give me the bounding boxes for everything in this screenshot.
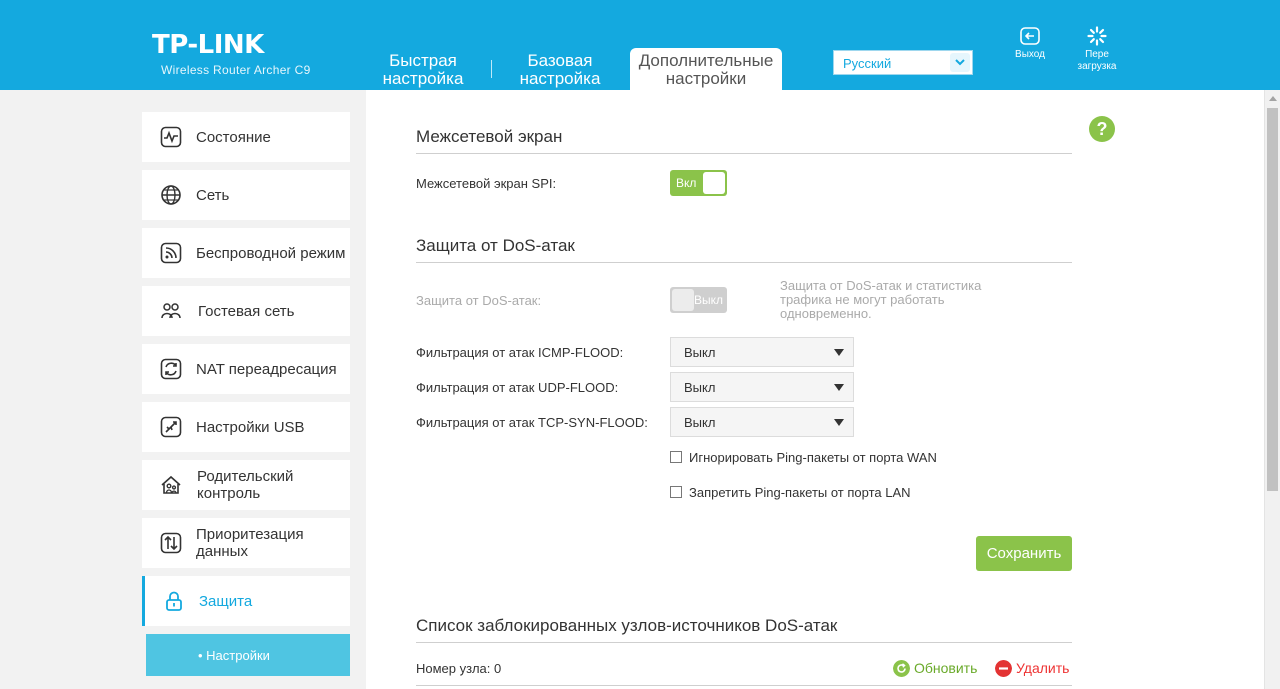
udp-flood-select[interactable]: Выкл [670,372,854,402]
scroll-thumb[interactable] [1267,108,1278,491]
sidebar-item-parental-control[interactable]: Родительский контроль [142,460,350,510]
ignore-wan-ping-label: Игнорировать Ping-пакеты от порта WAN [689,450,937,465]
sidebar-item-label: Защита [199,592,253,610]
header-bar: TP-LINK Wireless Router Archer C9 Быстра… [0,0,1280,90]
tcp-syn-flood-label: Фильтрация от атак TCP-SYN-FLOOD: [416,415,648,430]
sidebar-item-label: Состояние [196,128,271,146]
dropdown-arrow-icon [834,349,844,356]
dropdown-arrow-icon [834,384,844,391]
qos-icon [160,532,182,554]
icmp-flood-label: Фильтрация от атак ICMP-FLOOD: [416,345,624,360]
select-value: Выкл [684,345,716,360]
toggle-text: Вкл [676,176,697,190]
toggle-knob [672,289,694,311]
guest-network-icon [161,303,181,319]
tcp-syn-flood-select[interactable]: Выкл [670,407,854,437]
nat-icon [160,358,182,380]
sidebar-item-label: Сеть [196,186,230,204]
dropdown-arrow-icon [834,419,844,426]
sidebar-item-label: NAT переадресация [196,360,337,378]
globe-icon [161,185,181,205]
select-value: Выкл [684,380,716,395]
icmp-flood-select[interactable]: Выкл [670,337,854,367]
sidebar-item-network[interactable]: Сеть [142,170,350,220]
dos-protection-label: Защита от DoS-атак: [416,293,542,308]
reboot-label: Пере загрузка [1077,49,1117,72]
sidebar-item-label: Родительский контроль [197,468,294,502]
toggle-knob [703,172,725,194]
logout-label: Выход [1015,49,1045,60]
dos-protection-toggle[interactable]: Выкл [670,287,727,313]
section-divider [416,262,1072,263]
toggle-text: Выкл [694,293,724,307]
tab-basic[interactable]: Базовая настройка [510,48,610,90]
chevron-down-icon [950,53,970,72]
sidebar-item-security[interactable]: Защита [142,576,350,626]
select-value: Выкл [684,415,716,430]
reboot-button[interactable]: Пере загрузка [1070,26,1124,73]
udp-flood-label: Фильтрация от атак UDP-FLOOD: [416,380,619,395]
language-select[interactable]: Русский [833,50,973,75]
logout-button[interactable]: Выход [1007,26,1053,61]
ignore-wan-ping-checkbox[interactable] [670,451,682,463]
blocked-hosts-table [416,685,1072,689]
tab-divider [491,60,492,78]
tab-advanced[interactable]: Дополнительные настройки [630,48,782,90]
sidebar-item-label: Настройки USB [196,418,305,436]
wireless-icon [160,242,182,264]
blocked-count-value: 0 [494,661,502,676]
refresh-icon [893,660,910,677]
help-button[interactable]: ? [1089,116,1115,142]
scroll-up-icon[interactable] [1269,96,1277,101]
vertical-scrollbar[interactable] [1264,90,1280,689]
lock-icon [166,591,182,611]
dos-note: Защита от DoS-атак и статистика трафика … [780,278,982,321]
spi-firewall-label: Межсетевой экран SPI: [416,176,557,191]
reboot-icon [1087,26,1107,46]
sidebar-item-status[interactable]: Состояние [142,112,350,162]
spi-firewall-toggle[interactable]: Вкл [670,170,727,196]
delete-icon [995,660,1012,677]
forbid-lan-ping-checkbox[interactable] [670,486,682,498]
delete-label: Удалить [1016,660,1070,676]
sidebar-item-usb[interactable]: Настройки USB [142,402,350,452]
sidebar-item-label: Гостевая сеть [198,302,295,320]
section-divider [416,153,1072,154]
status-icon [160,126,182,148]
dos-section-title: Защита от DoS-атак [416,236,575,255]
blocked-count-label: Номер узла: [416,661,491,676]
sidebar-item-nat[interactable]: NAT переадресация [142,344,350,394]
blocked-count: Номер узла: 0 [416,661,501,676]
logout-icon [1020,27,1040,45]
parental-control-icon [161,475,181,494]
sidebar-subitem-settings[interactable]: • Настройки [146,634,350,676]
forbid-lan-ping-label: Запретить Ping-пакеты от порта LAN [689,485,911,500]
usb-icon [160,416,182,438]
sidebar-item-label: Беспроводной режим [196,244,346,262]
save-button[interactable]: Сохранить [976,536,1072,571]
sidebar-item-guest-network[interactable]: Гостевая сеть [142,286,350,336]
section-divider [416,642,1072,643]
router-model: Wireless Router Archer C9 [161,63,311,77]
tab-quick-setup[interactable]: Быстрая настройка [372,48,474,90]
sidebar-item-label: Приоритезация данных [196,526,304,560]
language-value: Русский [843,56,892,71]
firewall-section-title: Межсетевой экран [416,127,563,146]
refresh-label: Обновить [914,660,978,676]
sidebar-item-wireless[interactable]: Беспроводной режим [142,228,350,278]
blocked-hosts-section-title: Список заблокированных узлов-источников … [416,616,838,635]
sidebar-item-qos[interactable]: Приоритезация данных [142,518,350,568]
tp-link-logo[interactable]: TP-LINK [152,30,264,60]
